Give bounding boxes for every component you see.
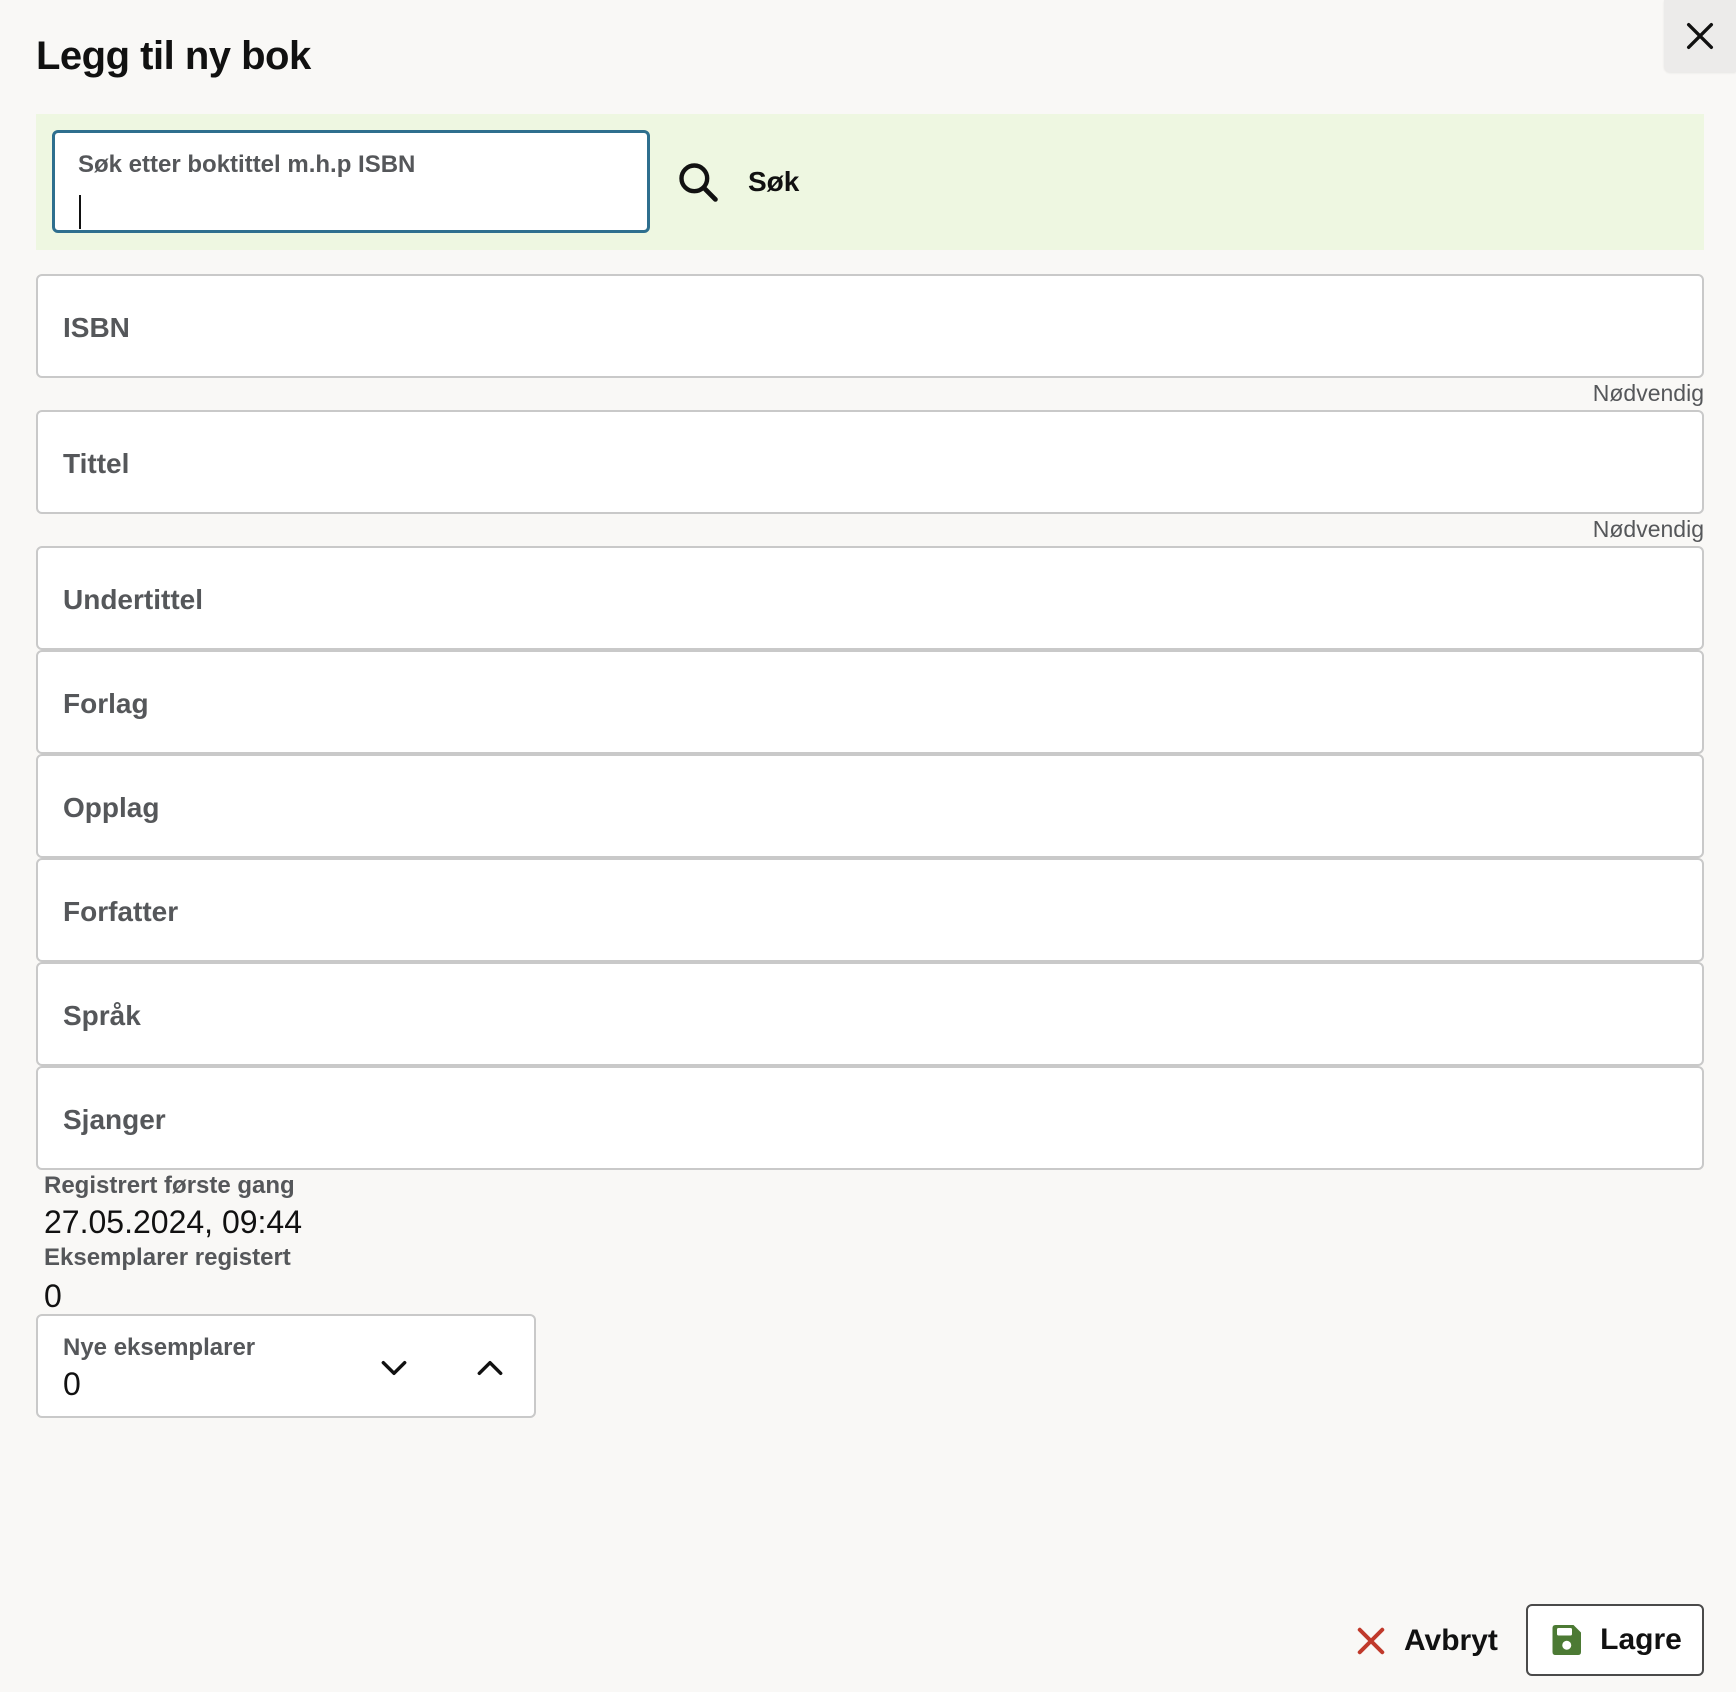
- text-caret: [79, 195, 81, 229]
- search-button-label: Søk: [748, 166, 800, 197]
- title-required-hint: Nødvendig: [1592, 516, 1704, 542]
- search-input[interactable]: Søk etter boktittel m.h.p ISBN: [52, 130, 650, 233]
- search-icon: [679, 163, 718, 202]
- x-icon: [1357, 1627, 1385, 1655]
- isbn-required-hint: Nødvendig: [1592, 380, 1704, 406]
- isbn-field-label: ISBN: [63, 312, 130, 343]
- save-button-label: Lagre: [1600, 1623, 1682, 1656]
- publisher-field-label: Forlag: [63, 688, 149, 719]
- search-button[interactable]: Søk: [676, 156, 799, 208]
- chevron-up-icon: [477, 1360, 503, 1376]
- registered-value: 27.05.2024, 09:44: [44, 1204, 303, 1240]
- cancel-button[interactable]: Avbryt: [1356, 1610, 1498, 1672]
- new-copies-label: Nye eksemplarer: [63, 1334, 256, 1361]
- close-button[interactable]: [1664, 0, 1736, 72]
- dialog-title: Legg til ny bok: [36, 34, 311, 78]
- save-icon: [1552, 1625, 1582, 1655]
- close-icon: [1686, 22, 1714, 50]
- publisher-field[interactable]: Forlag: [36, 650, 1704, 754]
- language-field-label: Språk: [63, 1000, 141, 1031]
- chevron-down-icon: [381, 1360, 407, 1376]
- add-book-dialog: Legg til ny bok Søk etter boktittel m.h.…: [0, 0, 1736, 1692]
- decrement-button[interactable]: [372, 1346, 416, 1390]
- subtitle-field[interactable]: Undertittel: [36, 546, 1704, 650]
- subtitle-field-label: Undertittel: [63, 584, 203, 615]
- author-field[interactable]: Forfatter: [36, 858, 1704, 962]
- search-input-label: Søk etter boktittel m.h.p ISBN: [78, 151, 416, 178]
- title-field-label: Tittel: [63, 448, 130, 479]
- author-field-label: Forfatter: [63, 896, 179, 927]
- search-panel: Søk etter boktittel m.h.p ISBN Søk: [36, 114, 1704, 250]
- isbn-field[interactable]: ISBN: [36, 274, 1704, 378]
- title-field[interactable]: Tittel: [36, 410, 1704, 514]
- new-copies-value: 0: [63, 1366, 81, 1402]
- language-field[interactable]: Språk: [36, 962, 1704, 1066]
- copies-registered-value: 0: [44, 1278, 62, 1314]
- edition-field-label: Opplag: [63, 792, 160, 823]
- edition-field[interactable]: Opplag: [36, 754, 1704, 858]
- new-copies-stepper[interactable]: Nye eksemplarer 0: [36, 1314, 536, 1418]
- copies-registered-label: Eksemplarer registert: [44, 1244, 291, 1271]
- increment-button[interactable]: [468, 1346, 512, 1390]
- genre-field[interactable]: Sjanger: [36, 1066, 1704, 1170]
- genre-field-label: Sjanger: [63, 1104, 166, 1135]
- cancel-button-label: Avbryt: [1404, 1624, 1498, 1657]
- save-button[interactable]: Lagre: [1526, 1604, 1704, 1676]
- registered-label: Registrert første gang: [44, 1172, 295, 1199]
